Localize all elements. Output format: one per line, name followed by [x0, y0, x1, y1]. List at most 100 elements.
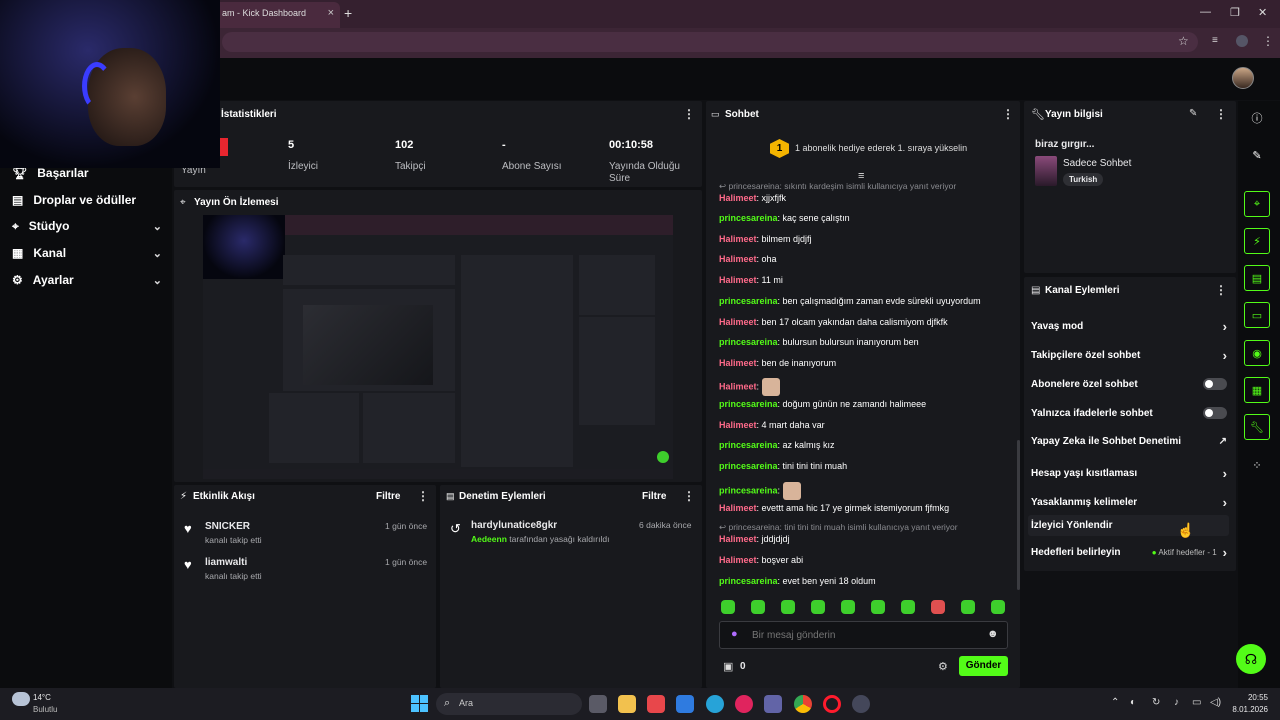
task-view-icon[interactable]: [589, 695, 607, 713]
chat-username[interactable]: Halimeet: [719, 234, 757, 244]
tab-search-icon[interactable]: ≡: [1212, 35, 1218, 46]
taskbar-search[interactable]: [436, 693, 582, 715]
chat-username[interactable]: Halimeet: [719, 317, 757, 327]
store-icon[interactable]: [647, 695, 665, 713]
emote-icon[interactable]: [811, 600, 825, 614]
chat-username[interactable]: Halimeet: [719, 503, 757, 513]
chrome-icon[interactable]: [794, 695, 812, 713]
add-widget-icon[interactable]: ⁘: [1244, 452, 1270, 478]
moderation-user[interactable]: hardylunatice8gkr: [471, 520, 557, 531]
moderation-actor[interactable]: Aedeenn: [471, 534, 507, 544]
wrench-tool-icon[interactable]: 🔧︎: [1244, 414, 1270, 440]
maximize-icon[interactable]: ❐: [1230, 6, 1240, 19]
emote-icon[interactable]: [991, 600, 1005, 614]
url-field[interactable]: [222, 32, 1198, 52]
action-goals[interactable]: Hedefleri belirleyin ● Aktif hedefler - 1…: [1031, 545, 1227, 560]
user-avatar[interactable]: [1232, 67, 1254, 89]
profile-icon[interactable]: [1236, 35, 1248, 47]
chat-username[interactable]: Halimeet: [719, 358, 757, 368]
weather-temp[interactable]: 14°C: [33, 693, 51, 702]
pencil-icon[interactable]: ✎: [1244, 142, 1270, 168]
sidebar-item-channel[interactable]: ▦ Kanal ⌄: [12, 243, 162, 263]
chat-tool-icon[interactable]: ▭: [1244, 302, 1270, 328]
emote-icon[interactable]: [871, 600, 885, 614]
chat-message-input[interactable]: [752, 628, 972, 642]
chat-scrollbar[interactable]: [1017, 440, 1020, 590]
start-button[interactable]: [411, 695, 428, 712]
tray-sync-icon[interactable]: ↻: [1152, 697, 1160, 708]
channel-actions-menu-icon[interactable]: ⋮: [1215, 283, 1227, 297]
chat-emote-image[interactable]: [782, 482, 801, 500]
stream-info-menu-icon[interactable]: ⋮: [1215, 107, 1227, 121]
emote-icon[interactable]: [841, 600, 855, 614]
emoji-picker-icon[interactable]: ☻: [987, 628, 999, 640]
stream-category[interactable]: Sadece Sohbet: [1063, 158, 1131, 169]
action-account-age[interactable]: Hesap yaşı kısıtlaması ›: [1031, 466, 1227, 481]
action-raid[interactable]: İzleyici Yönlendir: [1031, 520, 1227, 531]
network-icon[interactable]: ▭: [1192, 697, 1201, 708]
broadcast-tool-icon[interactable]: ◉: [1244, 340, 1270, 366]
browser-tab[interactable]: am - Kick Dashboard ×: [212, 2, 340, 28]
minimize-icon[interactable]: —: [1200, 6, 1211, 18]
new-tab-button[interactable]: +: [344, 5, 352, 21]
clipboard-tool-icon[interactable]: ▤: [1244, 265, 1270, 291]
chat-username[interactable]: princesareina: [719, 485, 778, 495]
emote-icon[interactable]: [781, 600, 795, 614]
info-icon[interactable]: ⓘ: [1244, 105, 1270, 131]
moderation-menu-icon[interactable]: ⋮: [683, 489, 695, 503]
tray-expand-icon[interactable]: ⌃: [1111, 697, 1119, 708]
gift-leaderboard-banner[interactable]: 1 abonelik hediye ederek 1. sıraya yükse…: [795, 143, 967, 153]
stream-preview-video[interactable]: [203, 215, 673, 479]
chat-username[interactable]: princesareina: [719, 576, 778, 586]
edit-pencil-icon[interactable]: ✎: [1189, 108, 1197, 119]
emotes-only-toggle[interactable]: [1203, 407, 1227, 419]
chat-username[interactable]: princesareina: [719, 296, 778, 306]
activity-user[interactable]: SNICKER: [205, 521, 250, 532]
weather-icon[interactable]: [12, 692, 30, 706]
emote-icon[interactable]: [901, 600, 915, 614]
browser-menu-icon[interactable]: ⋮: [1262, 34, 1274, 48]
chat-username[interactable]: Halimeet: [719, 420, 757, 430]
sidebar-item-studio[interactable]: ⌖ Stüdyo ⌄: [12, 216, 162, 236]
chat-username[interactable]: Halimeet: [719, 534, 757, 544]
subscribers-only-toggle[interactable]: [1203, 378, 1227, 390]
sidebar-item-drops[interactable]: ▤ Droplar ve ödüller: [12, 190, 162, 210]
action-followers-only[interactable]: Takipçilere özel sohbet ›: [1031, 348, 1227, 363]
activity-filter-button[interactable]: Filtre: [376, 491, 400, 502]
clock-date[interactable]: 8.01.2026: [1224, 705, 1268, 714]
tray-app-icon[interactable]: ◐: [1130, 697, 1136, 708]
volume-icon[interactable]: ◁): [1210, 697, 1221, 708]
chat-username[interactable]: princesareina: [719, 399, 778, 409]
preview-tool-icon[interactable]: ⌖: [1244, 191, 1270, 217]
chat-menu-icon[interactable]: ⋮: [1002, 107, 1014, 121]
media-player-icon[interactable]: [735, 695, 753, 713]
chat-emote-image[interactable]: [761, 378, 780, 396]
action-banned-words[interactable]: Yasaklanmış kelimeler ›: [1031, 495, 1227, 510]
chat-settings-gear-icon[interactable]: ⚙: [938, 660, 948, 673]
emote-icon[interactable]: [721, 600, 735, 614]
chat-username[interactable]: princesareina: [719, 440, 778, 450]
obs-icon[interactable]: [852, 695, 870, 713]
chat-username[interactable]: princesareina: [719, 337, 778, 347]
chat-username[interactable]: Halimeet: [719, 381, 757, 391]
clock-time[interactable]: 20:55: [1232, 693, 1268, 702]
stats-menu-icon[interactable]: ⋮: [683, 107, 695, 121]
emote-icon[interactable]: [751, 600, 765, 614]
close-window-icon[interactable]: ✕: [1258, 6, 1267, 19]
mail-icon[interactable]: [676, 695, 694, 713]
tray-mic-icon[interactable]: ♪: [1174, 697, 1179, 708]
stream-tag[interactable]: Turkish: [1063, 173, 1104, 186]
bolt-tool-icon[interactable]: ⚡︎: [1244, 228, 1270, 254]
chat-username[interactable]: princesareina: [719, 213, 778, 223]
action-slow-mode[interactable]: Yavaş mod ›: [1031, 319, 1227, 334]
chat-username[interactable]: Halimeet: [719, 193, 757, 203]
action-ai-moderation[interactable]: Yapay Zeka ile Sohbet Denetimi ↗: [1031, 436, 1227, 447]
file-explorer-icon[interactable]: [618, 695, 636, 713]
send-button[interactable]: Gönder: [959, 656, 1008, 676]
microphone-icon[interactable]: ●: [731, 628, 738, 640]
emote-icon[interactable]: [961, 600, 975, 614]
edge-icon[interactable]: [706, 695, 724, 713]
activity-menu-icon[interactable]: ⋮: [417, 489, 429, 503]
chat-username[interactable]: princesareina: [719, 461, 778, 471]
actions-tool-icon[interactable]: ▦: [1244, 377, 1270, 403]
